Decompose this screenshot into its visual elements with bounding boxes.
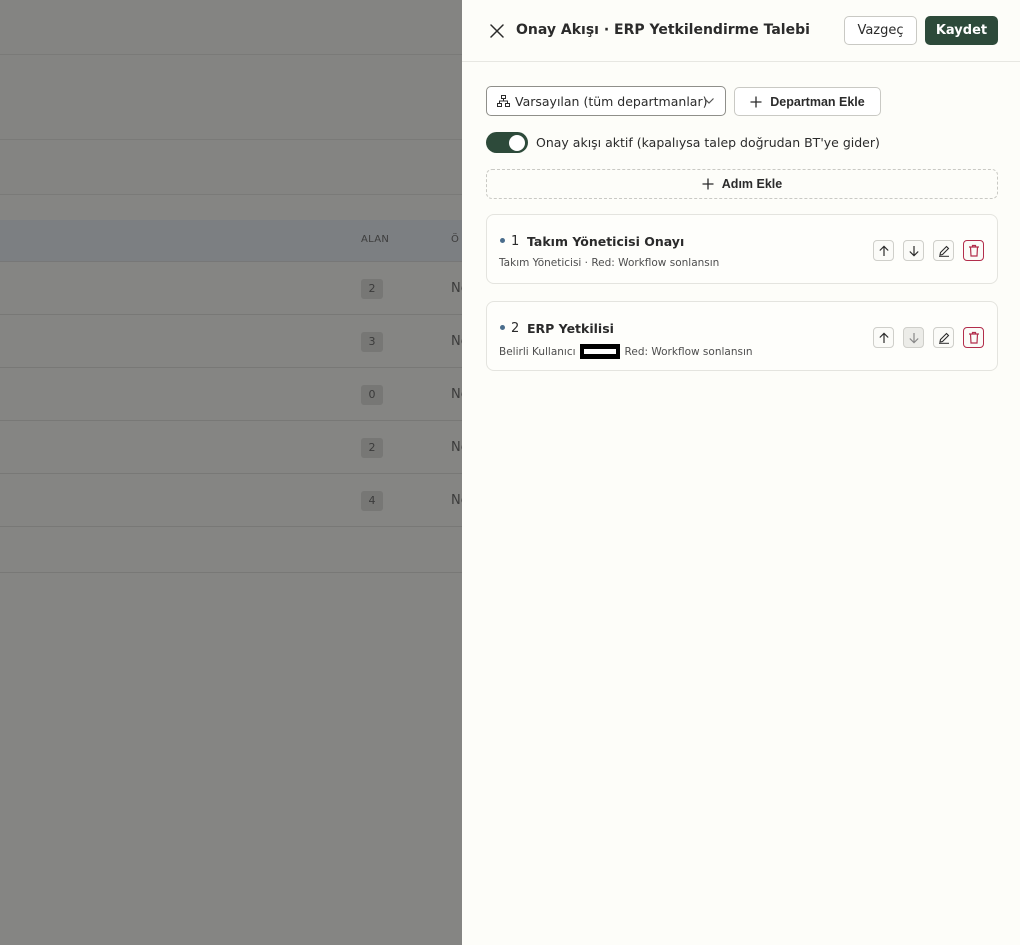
step-dot	[500, 238, 505, 243]
toggle-knob	[509, 134, 525, 151]
plus-icon	[702, 178, 714, 190]
step-number: 1	[511, 234, 520, 249]
trash-icon	[968, 331, 979, 344]
step-subtitle: Takım Yöneticisi · Red: Workflow sonlans…	[499, 257, 720, 269]
flow-active-label: Onay akışı aktif (kapalıysa talep doğrud…	[536, 135, 880, 150]
step-title: ERP Yetkilisi	[527, 321, 614, 336]
plus-icon	[750, 96, 762, 107]
pencil-icon	[938, 245, 949, 257]
chevron-down-icon	[704, 98, 714, 104]
background-section	[0, 55, 462, 140]
arrow-up-icon	[878, 331, 889, 343]
step-subtitle-suffix: Red: Workflow sonlansın	[624, 345, 753, 358]
delete-step-button[interactable]	[963, 327, 984, 348]
edit-step-button[interactable]	[933, 327, 954, 348]
step-subtitle-prefix: Belirli Kullanıcı	[499, 345, 576, 358]
table-row: 4 Ne	[0, 474, 469, 527]
count-badge: 0	[361, 385, 383, 405]
drawer-title: Onay Akışı · ERP Yetkilendirme Talebi	[516, 22, 810, 38]
step-card: 1 Takım Yöneticisi Onayı Takım Yöneticis…	[486, 214, 998, 284]
close-icon	[490, 24, 504, 38]
step-dot	[500, 325, 505, 330]
move-down-button[interactable]	[903, 240, 924, 261]
table-row: 0 Ne	[0, 368, 469, 421]
pencil-icon	[938, 332, 949, 344]
add-department-button[interactable]: Departman Ekle	[734, 87, 881, 116]
table-row: 3 Ne	[0, 315, 469, 368]
arrow-up-icon	[878, 244, 889, 256]
approval-flow-drawer: Onay Akışı · ERP Yetkilendirme Talebi Va…	[462, 0, 1020, 945]
move-up-button[interactable]	[873, 327, 894, 348]
save-button[interactable]: Kaydet	[925, 16, 998, 45]
step-number: 2	[511, 321, 520, 336]
delete-step-button[interactable]	[963, 240, 984, 261]
count-badge: 2	[361, 438, 383, 458]
move-up-button[interactable]	[873, 240, 894, 261]
redacted-user	[579, 344, 620, 359]
department-select-value: Varsayılan (tüm departmanlar)	[515, 93, 708, 109]
column-header-cut: Ö	[451, 234, 460, 245]
step-subtitle: Belirli Kullanıcı Red: Workflow sonlansı…	[499, 344, 753, 359]
background-table-header: ALAN Ö	[0, 220, 462, 262]
trash-icon	[968, 244, 979, 257]
background-table-footer	[0, 527, 462, 573]
count-badge: 2	[361, 279, 383, 299]
background-toolbar	[0, 140, 462, 195]
arrow-down-icon	[908, 332, 919, 344]
cancel-button[interactable]: Vazgeç	[844, 16, 917, 45]
table-row: 2 Ne	[0, 262, 469, 315]
add-step-label: Adım Ekle	[721, 177, 783, 191]
org-chart-icon	[497, 95, 510, 107]
count-badge: 3	[361, 332, 383, 352]
add-department-label: Departman Ekle	[770, 94, 865, 109]
table-row: 2 Ne	[0, 421, 469, 474]
background-header	[0, 0, 462, 55]
close-button[interactable]	[486, 20, 508, 42]
count-badge: 4	[361, 491, 383, 511]
drawer-header: Onay Akışı · ERP Yetkilendirme Talebi Va…	[462, 0, 1020, 62]
column-header-alan: ALAN	[361, 234, 390, 245]
edit-step-button[interactable]	[933, 240, 954, 261]
flow-active-toggle[interactable]	[486, 132, 528, 153]
step-title: Takım Yöneticisi Onayı	[527, 234, 685, 249]
move-down-button[interactable]	[903, 327, 924, 348]
step-card: 2 ERP Yetkilisi Belirli Kullanıcı Red: W…	[486, 301, 998, 371]
add-step-button[interactable]: Adım Ekle	[486, 169, 998, 199]
department-select[interactable]: Varsayılan (tüm departmanlar)	[486, 86, 726, 116]
arrow-down-icon	[908, 245, 919, 257]
